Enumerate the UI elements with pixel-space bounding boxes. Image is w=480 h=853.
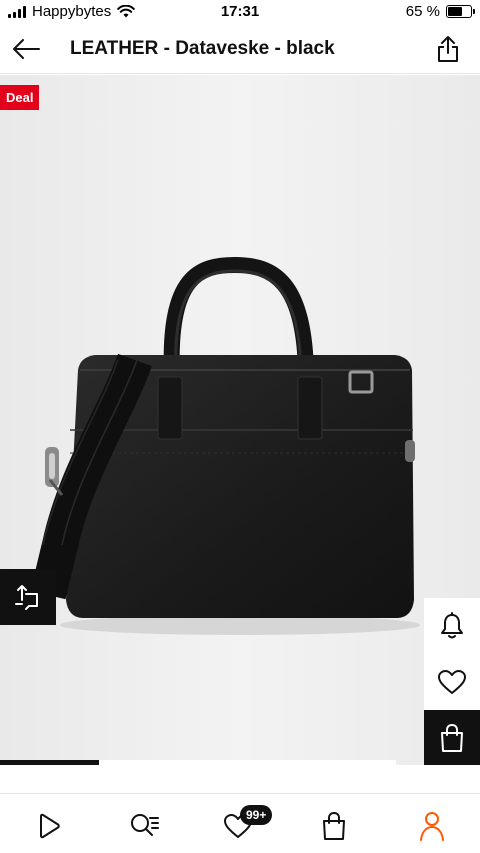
status-right: 65 % [405,3,475,20]
wishlist-button[interactable] [424,654,480,710]
person-icon [420,812,444,841]
battery-level [448,7,463,16]
arrow-left-icon [13,39,40,59]
nav-item-account[interactable] [412,808,452,844]
page-title: LEATHER - Dataveske - black [70,38,335,59]
search-list-icon [131,814,159,836]
bell-icon [441,612,463,639]
product-image [0,75,480,765]
nav-item-discover[interactable] [28,808,68,844]
add-to-cart-button[interactable] [424,710,480,765]
header: LEATHER - Dataveske - black [0,24,480,74]
nav-item-cart[interactable] [314,808,354,844]
battery-percent: 65 % [405,3,440,20]
nav-item-wishlist[interactable]: 99+ [218,805,273,844]
compare-arrows-icon [15,585,38,610]
gallery-progress-fill [0,760,99,765]
back-button[interactable] [8,32,44,66]
play-icon [40,813,60,839]
status-bar: Happybytes 17:31 65 % [0,0,480,24]
gallery-progress [0,760,396,765]
shopping-bag-icon [323,811,345,840]
deal-badge: Deal [0,85,40,110]
battery-icon [446,5,475,18]
share-icon [438,36,458,62]
heart-icon [438,670,466,694]
wishlist-count-badge: 99+ [240,805,273,825]
notify-button[interactable] [424,598,480,654]
share-button[interactable] [432,33,464,65]
shopping-bag-icon [441,723,463,752]
bottom-nav: 99+ [0,793,480,853]
product-image-area[interactable]: Deal [0,75,480,765]
side-actions [424,598,480,765]
nav-item-search[interactable] [124,808,164,844]
compare-button[interactable] [0,569,56,625]
